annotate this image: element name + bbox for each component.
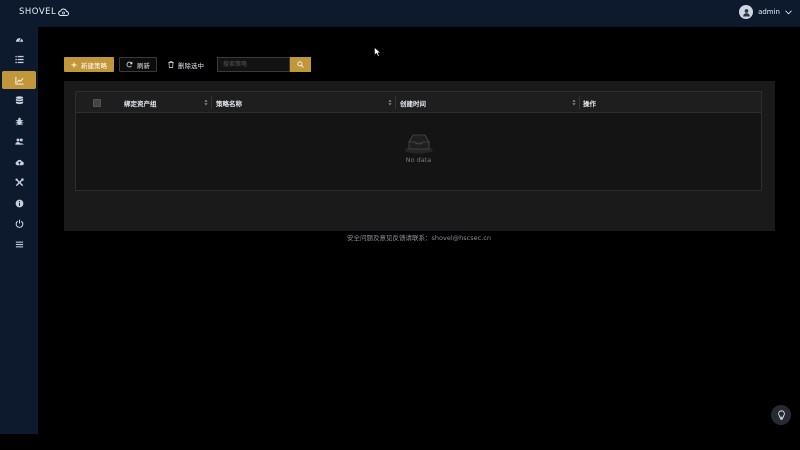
trash-icon	[168, 61, 174, 68]
sort-icon[interactable]	[204, 99, 208, 106]
column-divider	[211, 96, 212, 109]
column-asset-group[interactable]: 绑定资产组	[124, 92, 211, 113]
bug-icon	[15, 117, 23, 125]
user-icon	[742, 8, 750, 17]
list-icon	[14, 55, 24, 63]
search-input[interactable]	[217, 57, 290, 72]
table-header: 绑定资产组 策略名称 创建时间 操作	[76, 92, 761, 113]
app-logo[interactable]: SHOVEL	[19, 7, 70, 17]
user-name: admin	[758, 8, 780, 16]
tips-button[interactable]	[771, 405, 791, 425]
column-asset-group-label: 绑定资产组	[124, 99, 157, 108]
sidebar-item-tools[interactable]	[2, 173, 36, 191]
sidebar-item-users[interactable]	[2, 132, 36, 150]
menu-icon	[15, 241, 23, 247]
empty-state-text: No data	[405, 156, 432, 164]
new-strategy-button[interactable]: 新建策略	[64, 57, 114, 72]
lightbulb-icon	[777, 410, 785, 420]
column-divider	[395, 96, 396, 109]
toolbar: 新建策略 刷新 删除选中	[64, 57, 311, 72]
search-box	[217, 57, 311, 72]
bottom-strip	[0, 434, 800, 450]
sidebar-item-strategy[interactable]	[2, 71, 36, 89]
database-icon	[15, 95, 23, 104]
sidebar	[0, 27, 38, 434]
info-icon	[15, 199, 23, 207]
top-bar: SHOVEL admin	[0, 0, 800, 27]
chart-icon	[14, 76, 24, 85]
avatar	[739, 5, 754, 19]
new-strategy-label: 新建策略	[81, 61, 107, 70]
select-all-checkbox[interactable]	[93, 98, 101, 107]
main-content: 新建策略 刷新 删除选中 绑定资产组	[38, 27, 800, 434]
search-button[interactable]	[290, 57, 311, 72]
strategy-table: 绑定资产组 策略名称 创建时间 操作 No data	[75, 91, 762, 191]
empty-inbox-icon	[404, 134, 433, 154]
sort-icon[interactable]	[388, 99, 392, 106]
column-actions-label: 操作	[583, 99, 596, 108]
sidebar-item-database[interactable]	[2, 91, 36, 109]
users-icon	[14, 138, 24, 145]
column-strategy-name[interactable]: 策略名称	[216, 92, 395, 113]
cloud-upload-icon	[15, 159, 24, 165]
column-actions: 操作	[583, 92, 753, 113]
column-created-time[interactable]: 创建时间	[400, 92, 579, 113]
user-menu[interactable]: admin	[739, 5, 792, 19]
column-created-time-label: 创建时间	[400, 99, 426, 108]
search-icon	[297, 61, 304, 68]
sidebar-item-vulnerability[interactable]	[2, 112, 36, 130]
column-strategy-name-label: 策略名称	[216, 99, 242, 108]
refresh-icon	[126, 61, 133, 68]
plus-icon	[71, 62, 77, 67]
select-all-cell	[93, 92, 107, 113]
sidebar-item-list[interactable]	[2, 50, 36, 68]
column-divider	[579, 96, 580, 109]
footer-contact: 安全问题及意见反馈请联系：shovel@hscsec.cn	[347, 234, 491, 242]
delete-selected-label: 删除选中	[178, 61, 204, 70]
tools-icon	[14, 177, 24, 186]
app-logo-text: SHOVEL	[19, 7, 57, 17]
table-panel: 绑定资产组 策略名称 创建时间 操作 No data	[64, 81, 775, 231]
refresh-button[interactable]: 刷新	[119, 57, 157, 72]
sidebar-item-logout[interactable]	[2, 214, 36, 232]
mouse-cursor-icon	[374, 47, 381, 57]
sidebar-item-menu[interactable]	[2, 235, 36, 253]
sidebar-item-about[interactable]	[2, 194, 36, 212]
dashboard-icon	[15, 37, 23, 42]
chevron-down-icon	[785, 9, 792, 14]
sidebar-item-dashboard[interactable]	[2, 30, 36, 48]
cloud-icon	[58, 8, 70, 16]
power-icon	[15, 219, 23, 228]
refresh-label: 刷新	[137, 61, 150, 70]
sidebar-item-upload[interactable]	[2, 153, 36, 171]
delete-selected-button[interactable]: 删除选中	[161, 57, 211, 72]
empty-state: No data	[76, 113, 761, 191]
sort-icon[interactable]	[572, 99, 576, 106]
